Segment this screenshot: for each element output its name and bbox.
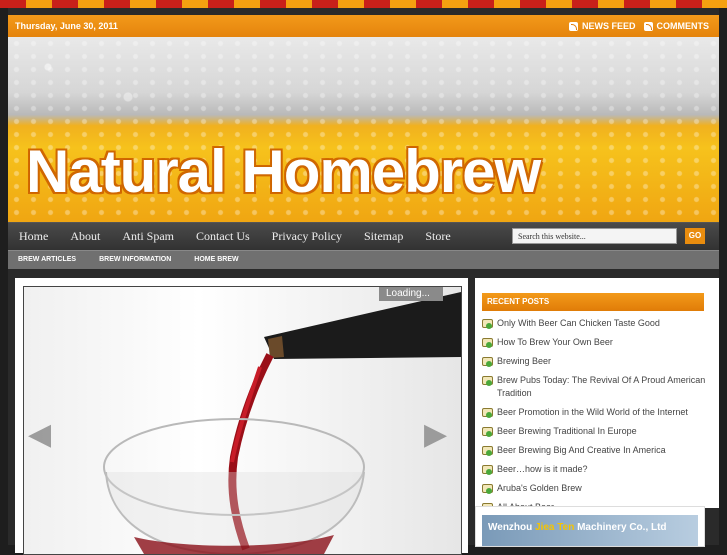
recent-post-item[interactable]: Beer Brewing Traditional In Europe (482, 425, 707, 438)
recent-post-link[interactable]: Only With Beer Can Chicken Taste Good (497, 317, 660, 330)
recent-post-item[interactable]: Beer Promotion in the Wild World of the … (482, 406, 707, 419)
post-bullet-icon (482, 465, 493, 475)
recent-post-link[interactable]: Beer…how is it made? (497, 463, 588, 476)
slider-prev-arrow-icon[interactable]: ◀ (28, 417, 51, 452)
advertisement-banner[interactable]: Wenzhou Jiea Ten Machinery Co., Ltd (475, 506, 705, 547)
recent-post-item[interactable]: Beer…how is it made? (482, 463, 707, 476)
category-brew-information[interactable]: BREW INFORMATION (99, 256, 171, 263)
slider-loading-indicator: Loading... (379, 287, 443, 301)
nav-item-privacy-policy[interactable]: Privacy Policy (261, 229, 353, 244)
recent-post-item[interactable]: Aruba's Golden Brew (482, 482, 707, 495)
current-date: Thursday, June 30, 2011 (15, 21, 118, 31)
recent-post-link[interactable]: Aruba's Golden Brew (497, 482, 582, 495)
nav-item-store[interactable]: Store (414, 229, 461, 244)
nav-item-about[interactable]: About (59, 229, 111, 244)
nav-item-home[interactable]: Home (8, 229, 59, 244)
recent-post-link[interactable]: Beer Brewing Big And Creative In America (497, 444, 666, 457)
comments-label: COMMENTS (656, 21, 710, 31)
ad-text-highlight: Jiea Ten (535, 522, 575, 533)
featured-slider[interactable]: Loading... ◀ ▶ (23, 286, 462, 555)
recent-post-link[interactable]: How To Brew Your Own Beer (497, 336, 613, 349)
category-navigation: BREW ARTICLES BREW INFORMATION HOME BREW (8, 250, 719, 269)
recent-post-item[interactable]: Beer Brewing Big And Creative In America (482, 444, 707, 457)
search-input[interactable]: Search this website... (512, 228, 677, 244)
post-bullet-icon (482, 427, 493, 437)
search-go-button[interactable]: GO (685, 228, 705, 244)
main-content: Loading... ◀ ▶ (15, 278, 468, 555)
post-bullet-icon (482, 446, 493, 456)
news-feed-label: NEWS FEED (581, 21, 636, 31)
nav-item-sitemap[interactable]: Sitemap (353, 229, 414, 244)
ad-text-suffix: Machinery Co., Ltd (574, 522, 667, 533)
post-bullet-icon (482, 484, 493, 494)
main-navigation: Home About Anti Spam Contact Us Privacy … (8, 222, 719, 250)
recent-post-link[interactable]: Brew Pubs Today: The Revival Of A Proud … (497, 374, 707, 400)
page-wrapper: Thursday, June 30, 2011 NEWS FEED COMMEN… (8, 8, 719, 555)
recent-post-item[interactable]: Only With Beer Can Chicken Taste Good (482, 317, 707, 330)
ad-text: Wenzhou Jiea Ten Machinery Co., Ltd (488, 522, 667, 533)
ad-text-company: Wenzhou (488, 522, 536, 533)
post-bullet-icon (482, 376, 493, 386)
top-decorative-stripe (0, 0, 727, 8)
nav-item-contact-us[interactable]: Contact Us (185, 229, 261, 244)
comments-feed-link[interactable]: COMMENTS (643, 21, 710, 31)
nav-item-anti-spam[interactable]: Anti Spam (111, 229, 185, 244)
ad-image: Wenzhou Jiea Ten Machinery Co., Ltd (482, 515, 698, 546)
recent-post-link[interactable]: Beer Brewing Traditional In Europe (497, 425, 637, 438)
top-links: NEWS FEED COMMENTS (568, 21, 710, 31)
category-brew-articles[interactable]: BREW ARTICLES (18, 256, 76, 263)
post-bullet-icon (482, 357, 493, 367)
category-home-brew[interactable]: HOME BREW (194, 256, 238, 263)
wine-pour-image (103, 292, 461, 554)
slider-next-arrow-icon[interactable]: ▶ (424, 417, 447, 452)
post-bullet-icon (482, 338, 493, 348)
rss-icon (568, 21, 578, 31)
sidebar-recent-posts: RECENT POSTS Only With Beer Can Chicken … (475, 278, 719, 513)
recent-post-link[interactable]: Brewing Beer (497, 355, 551, 368)
rss-icon (643, 21, 653, 31)
site-title: Natural Homebrew (26, 138, 541, 205)
recent-post-item[interactable]: Brew Pubs Today: The Revival Of A Proud … (482, 374, 707, 400)
recent-post-item[interactable]: Brewing Beer (482, 355, 707, 368)
recent-post-item[interactable]: How To Brew Your Own Beer (482, 336, 707, 349)
site-header-banner[interactable]: Natural Homebrew (8, 37, 719, 222)
post-bullet-icon (482, 408, 493, 418)
recent-post-link[interactable]: Beer Promotion in the Wild World of the … (497, 406, 688, 419)
news-feed-link[interactable]: NEWS FEED (568, 21, 636, 31)
post-bullet-icon (482, 319, 493, 329)
recent-posts-heading: RECENT POSTS (482, 293, 704, 311)
